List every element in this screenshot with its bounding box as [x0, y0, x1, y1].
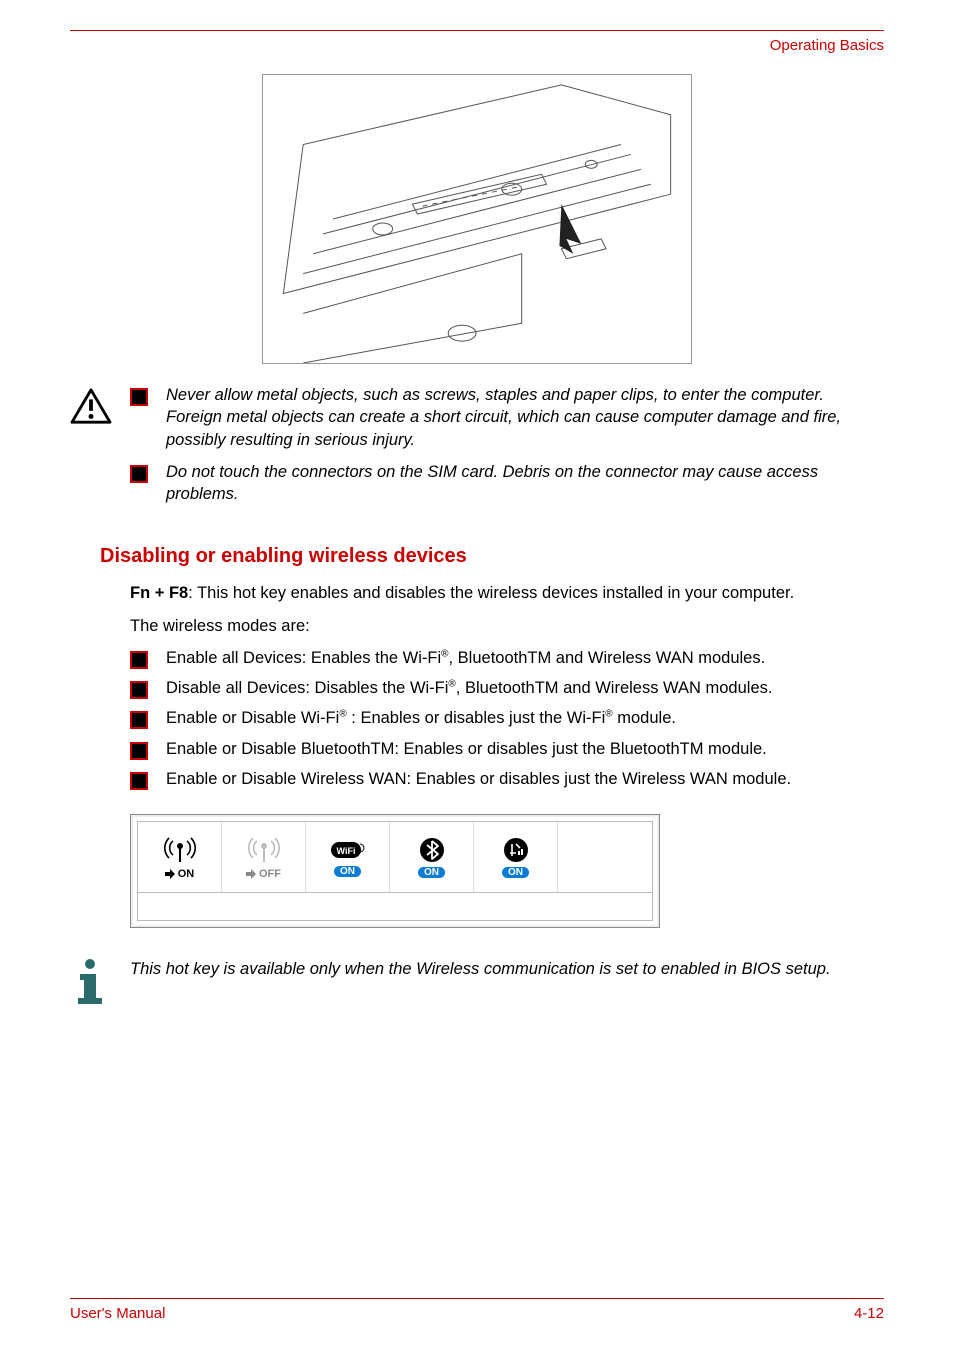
bullet-icon	[130, 742, 148, 760]
bullet-icon	[130, 651, 148, 669]
modes-label: The wireless modes are:	[130, 615, 884, 637]
info-icon	[70, 958, 130, 1011]
bluetooth-icon	[419, 837, 445, 863]
on-badge: ON	[502, 867, 529, 878]
osd-panel: ON OFF WiFi	[130, 814, 660, 928]
mode-item: Enable or Disable BluetoothTM: Enables o…	[130, 738, 884, 760]
warning-icon	[70, 384, 130, 431]
footer-page-number: 4-12	[854, 1305, 884, 1322]
antenna-icon	[163, 834, 197, 864]
svg-text:WiFi: WiFi	[336, 846, 355, 856]
mode-text: Enable all Devices: Enables the Wi-Fi	[166, 649, 441, 667]
osd-cell-antenna-off: OFF	[222, 822, 306, 892]
section-heading: Disabling or enabling wireless devices	[100, 545, 884, 568]
mode-text: : Enables or disables just the Wi-Fi	[347, 709, 606, 727]
osd-sub-row	[137, 893, 653, 921]
osd-cell-antenna-on: ON	[138, 822, 222, 892]
mode-text: module.	[613, 709, 676, 727]
hotkey-label: Fn + F8	[130, 584, 188, 602]
osd-cell-bluetooth: ON	[390, 822, 474, 892]
warning-callout: Never allow metal objects, such as screw…	[70, 384, 884, 515]
wwan-icon	[502, 837, 530, 863]
on-text: ON	[178, 868, 195, 880]
bullet-icon	[130, 772, 148, 790]
on-badge: ON	[334, 866, 361, 877]
warning-text: Never allow metal objects, such as screw…	[166, 384, 884, 451]
bullet-icon	[130, 711, 148, 729]
footer-rule	[70, 1298, 884, 1299]
info-text: This hot key is available only when the …	[130, 958, 884, 980]
off-arrow-label: OFF	[246, 868, 281, 880]
footer-left: User's Manual	[70, 1305, 165, 1322]
page: Operating Basics	[0, 0, 954, 1352]
footer: User's Manual 4-12	[70, 1298, 884, 1322]
reg-mark: ®	[339, 709, 346, 720]
mode-text: Disable all Devices: Disables the Wi-Fi	[166, 679, 448, 697]
mode-text: Enable or Disable Wireless WAN: Enables …	[166, 770, 791, 788]
warning-item: Do not touch the connectors on the SIM c…	[130, 461, 884, 506]
osd-cell-spacer	[558, 822, 652, 892]
mode-text: Enable or Disable BluetoothTM: Enables o…	[166, 740, 767, 758]
intro-rest: : This hot key enables and disables the …	[188, 584, 794, 602]
mode-item: Disable all Devices: Disables the Wi-Fi®…	[130, 677, 884, 699]
off-text: OFF	[259, 868, 281, 880]
bullet-icon	[130, 465, 148, 483]
reg-mark: ®	[448, 679, 455, 690]
header-rule	[70, 30, 884, 31]
mode-item: Enable or Disable Wi-Fi® : Enables or di…	[130, 707, 884, 729]
mode-item: Enable all Devices: Enables the Wi-Fi®, …	[130, 647, 884, 669]
info-note: This hot key is available only when the …	[70, 958, 884, 1011]
mode-text: , BluetoothTM and Wireless WAN modules.	[456, 679, 773, 697]
reg-mark: ®	[441, 648, 448, 659]
wifi-icon: WiFi	[330, 838, 366, 862]
on-arrow-label: ON	[165, 868, 195, 880]
arrow-right-icon	[165, 869, 175, 879]
body-content: Fn + F8: This hot key enables and disabl…	[130, 582, 884, 790]
osd-cell-wifi: WiFi ON	[306, 822, 390, 892]
osd-cell-wwan: ON	[474, 822, 558, 892]
mode-text: Enable or Disable Wi-Fi	[166, 709, 339, 727]
warning-item: Never allow metal objects, such as screw…	[130, 384, 884, 451]
intro-paragraph: Fn + F8: This hot key enables and disabl…	[130, 582, 884, 604]
mode-text: , BluetoothTM and Wireless WAN modules.	[449, 649, 766, 667]
mode-item: Enable or Disable Wireless WAN: Enables …	[130, 768, 884, 790]
warning-text: Do not touch the connectors on the SIM c…	[166, 461, 884, 506]
antenna-off-icon	[247, 834, 281, 864]
sim-slot-diagram	[262, 74, 692, 364]
bullet-icon	[130, 681, 148, 699]
reg-mark: ®	[605, 709, 612, 720]
osd-row: ON OFF WiFi	[137, 821, 653, 893]
arrow-right-icon	[246, 869, 256, 879]
header-section-label: Operating Basics	[70, 37, 884, 54]
bullet-icon	[130, 388, 148, 406]
on-badge: ON	[418, 867, 445, 878]
